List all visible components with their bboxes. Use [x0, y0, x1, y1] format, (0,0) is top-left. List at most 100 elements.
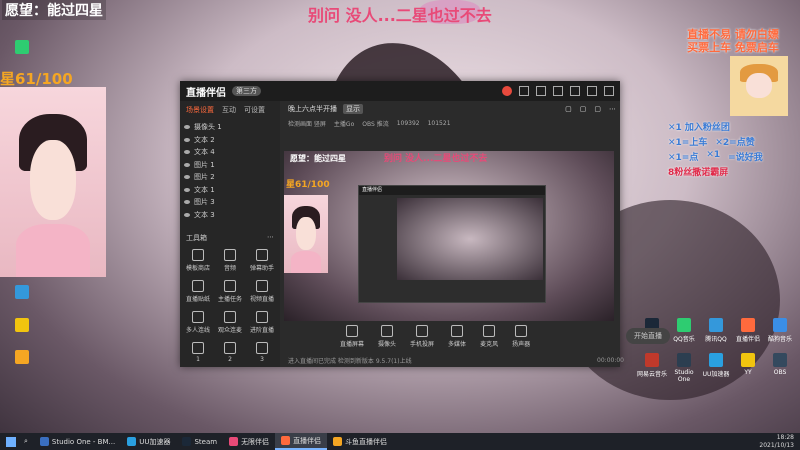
webcam-feed [0, 87, 106, 277]
control-button[interactable]: 手机投屏 [410, 324, 434, 348]
source-item[interactable]: 图片 1 [184, 159, 276, 172]
desktop-icon[interactable]: YY [732, 353, 764, 383]
main-area: 晚上六点半开播 显示 ▢ ▢ ▢ ⋯ 检测画面 竖屏 主播Go OBS 推流 1093… [284, 101, 670, 367]
tool-button[interactable]: 音频 [214, 249, 246, 272]
desktop-icon-label: OBS [773, 369, 787, 376]
desktop-icon[interactable]: Studio One [668, 353, 700, 383]
tab-settings[interactable]: 可设置 [244, 105, 265, 115]
source-item[interactable]: 图片 2 [184, 171, 276, 184]
more-icon[interactable]: ⋯ [609, 105, 616, 113]
top-slogan: 别问 没人...二星也过不去 [308, 6, 492, 25]
stream-tag[interactable]: 显示 [343, 104, 363, 114]
share-icon[interactable]: ▢ [594, 105, 601, 113]
control-button[interactable]: 扬声器 [512, 324, 530, 348]
tool-button[interactable]: 多人连线 [182, 311, 214, 334]
preview-slogan: 别问 没人...二星也过不去 [384, 154, 488, 164]
start-live-button[interactable]: 开始直播 [626, 328, 670, 344]
title-bar[interactable]: 直播伴侣 第三方 [180, 81, 620, 101]
taskbar-item[interactable]: 直播伴侣 [275, 433, 328, 450]
shirt-icon[interactable] [536, 86, 546, 96]
tool-label: 直播贴纸 [185, 296, 210, 303]
lock-icon[interactable]: ▢ [565, 105, 572, 113]
search-icon[interactable]: ⌕ [24, 437, 28, 446]
taskbar-label: 直播伴侣 [293, 436, 322, 445]
control-icon [381, 324, 394, 337]
stream-preview[interactable]: 愿望：能过四星 星61/100 别问 没人...二星也过不去 直播伴侣 [284, 151, 614, 321]
eye-icon[interactable] [184, 187, 190, 192]
eye-icon[interactable] [184, 175, 190, 180]
control-icon [515, 324, 528, 337]
source-item[interactable]: 文本 3 [184, 209, 276, 222]
desktop-icon[interactable]: 腾讯QQ [700, 318, 732, 343]
eye-icon[interactable] [184, 212, 190, 217]
eye-icon[interactable] [184, 200, 190, 205]
eye-icon[interactable] [184, 125, 190, 130]
avatar-icon[interactable] [502, 86, 512, 96]
tool-button[interactable]: 弹幕助手 [246, 249, 278, 272]
tool-button[interactable]: 主播任务 [214, 280, 246, 303]
source-label: 图片 1 [194, 160, 215, 169]
source-label: 图片 2 [194, 173, 215, 182]
control-button[interactable]: 摄像头 [378, 324, 397, 348]
desktop-icon[interactable] [2, 285, 42, 301]
app-icon [709, 353, 723, 367]
taskbar-item[interactable]: UU加速器 [121, 433, 176, 450]
tool-button[interactable]: 视频直播 [246, 280, 278, 303]
control-button[interactable]: 多媒体 [448, 324, 466, 348]
system-clock[interactable]: 18:28 2021/10/13 [759, 434, 800, 450]
desktop-icon[interactable] [2, 40, 42, 56]
windows-start-icon[interactable] [6, 436, 16, 447]
taskbar-item[interactable]: 斗鱼直播伴侣 [327, 433, 393, 450]
minimize-icon[interactable] [570, 86, 580, 96]
desktop-icon[interactable]: UU加速器 [700, 353, 732, 383]
desktop-icon[interactable] [2, 318, 42, 334]
nested-title: 直播伴侣 [359, 186, 545, 195]
source-item[interactable]: 文本 4 [184, 146, 276, 159]
tool-button[interactable]: 3 [246, 342, 278, 363]
control-bar: 直播屏幕 摄像头 手机投屏 多媒体 麦克风 扬声器 开始直播 [284, 321, 676, 351]
tool-button[interactable]: 观众连麦 [214, 311, 246, 334]
control-button[interactable]: 直播屏幕 [340, 324, 364, 348]
taskbar-label: UU加速器 [139, 437, 171, 446]
copy-icon[interactable]: ▢ [580, 105, 587, 113]
taskbar-item[interactable]: Steam [176, 433, 223, 450]
control-icon [483, 324, 496, 337]
live-companion-window[interactable]: 直播伴侣 第三方 场景设置 互动 可设置 摄像头 1 文本 2 文本 4 图片 1 图片… [180, 81, 670, 367]
control-label: 摄像头 [378, 340, 397, 348]
tool-button[interactable]: 进阶直播 [246, 311, 278, 334]
eye-icon[interactable] [184, 162, 190, 167]
tab-scene[interactable]: 场景设置 [186, 105, 214, 115]
eye-icon[interactable] [184, 137, 190, 142]
close-icon[interactable] [604, 86, 614, 96]
app-icon [677, 353, 691, 367]
control-button[interactable]: 麦克风 [480, 324, 498, 348]
tool-button[interactable]: 模板商店 [182, 249, 214, 272]
desktop-icon-label: QQ音乐 [673, 336, 695, 343]
wish-label: 愿望：能过四星 [2, 0, 106, 20]
menu-icon[interactable] [553, 86, 563, 96]
settings-icon[interactable] [519, 86, 529, 96]
info-item: 109392 [396, 119, 420, 127]
info-item: 主播Go [333, 120, 355, 128]
info-item: 检测画面 竖屏 [288, 120, 326, 128]
eye-icon[interactable] [184, 150, 190, 155]
desktop-icon[interactable]: 网易云音乐 [636, 353, 668, 383]
tab-interact[interactable]: 互动 [222, 105, 236, 115]
tool-button[interactable]: 2 [214, 342, 246, 363]
app-icon [709, 318, 723, 332]
more-icon[interactable]: ⋯ [267, 233, 274, 243]
desktop-icon[interactable] [2, 350, 42, 366]
taskbar-item[interactable]: 无限伴侣 [223, 433, 275, 450]
source-item[interactable]: 文本 1 [184, 184, 276, 197]
source-item[interactable]: 图片 3 [184, 196, 276, 209]
tool-button[interactable]: 直播贴纸 [182, 280, 214, 303]
maximize-icon[interactable] [587, 86, 597, 96]
desktop-icon[interactable]: OBS [764, 353, 796, 383]
source-item[interactable]: 摄像头 1 [184, 121, 276, 134]
desktop-icon[interactable]: 直播伴侣 [732, 318, 764, 343]
desktop-icon[interactable]: 酷狗音乐 [764, 318, 796, 343]
tool-button[interactable]: 1 [182, 342, 214, 363]
source-item[interactable]: 文本 2 [184, 134, 276, 147]
stream-title[interactable]: 晚上六点半开播 [288, 104, 337, 114]
taskbar-item[interactable]: Studio One - BM... [34, 433, 121, 450]
